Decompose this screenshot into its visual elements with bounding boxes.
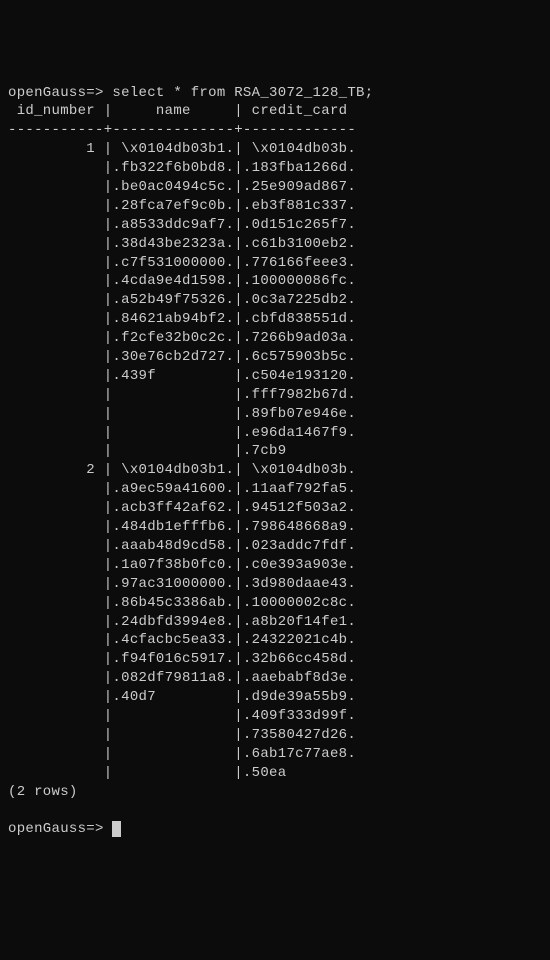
terminal-output[interactable]: openGauss=> select * from RSA_3072_128_T… bbox=[8, 84, 542, 840]
cursor bbox=[112, 821, 121, 837]
prompt-text: openGauss=> bbox=[8, 821, 112, 837]
prompt-line[interactable]: openGauss=> bbox=[8, 821, 121, 837]
